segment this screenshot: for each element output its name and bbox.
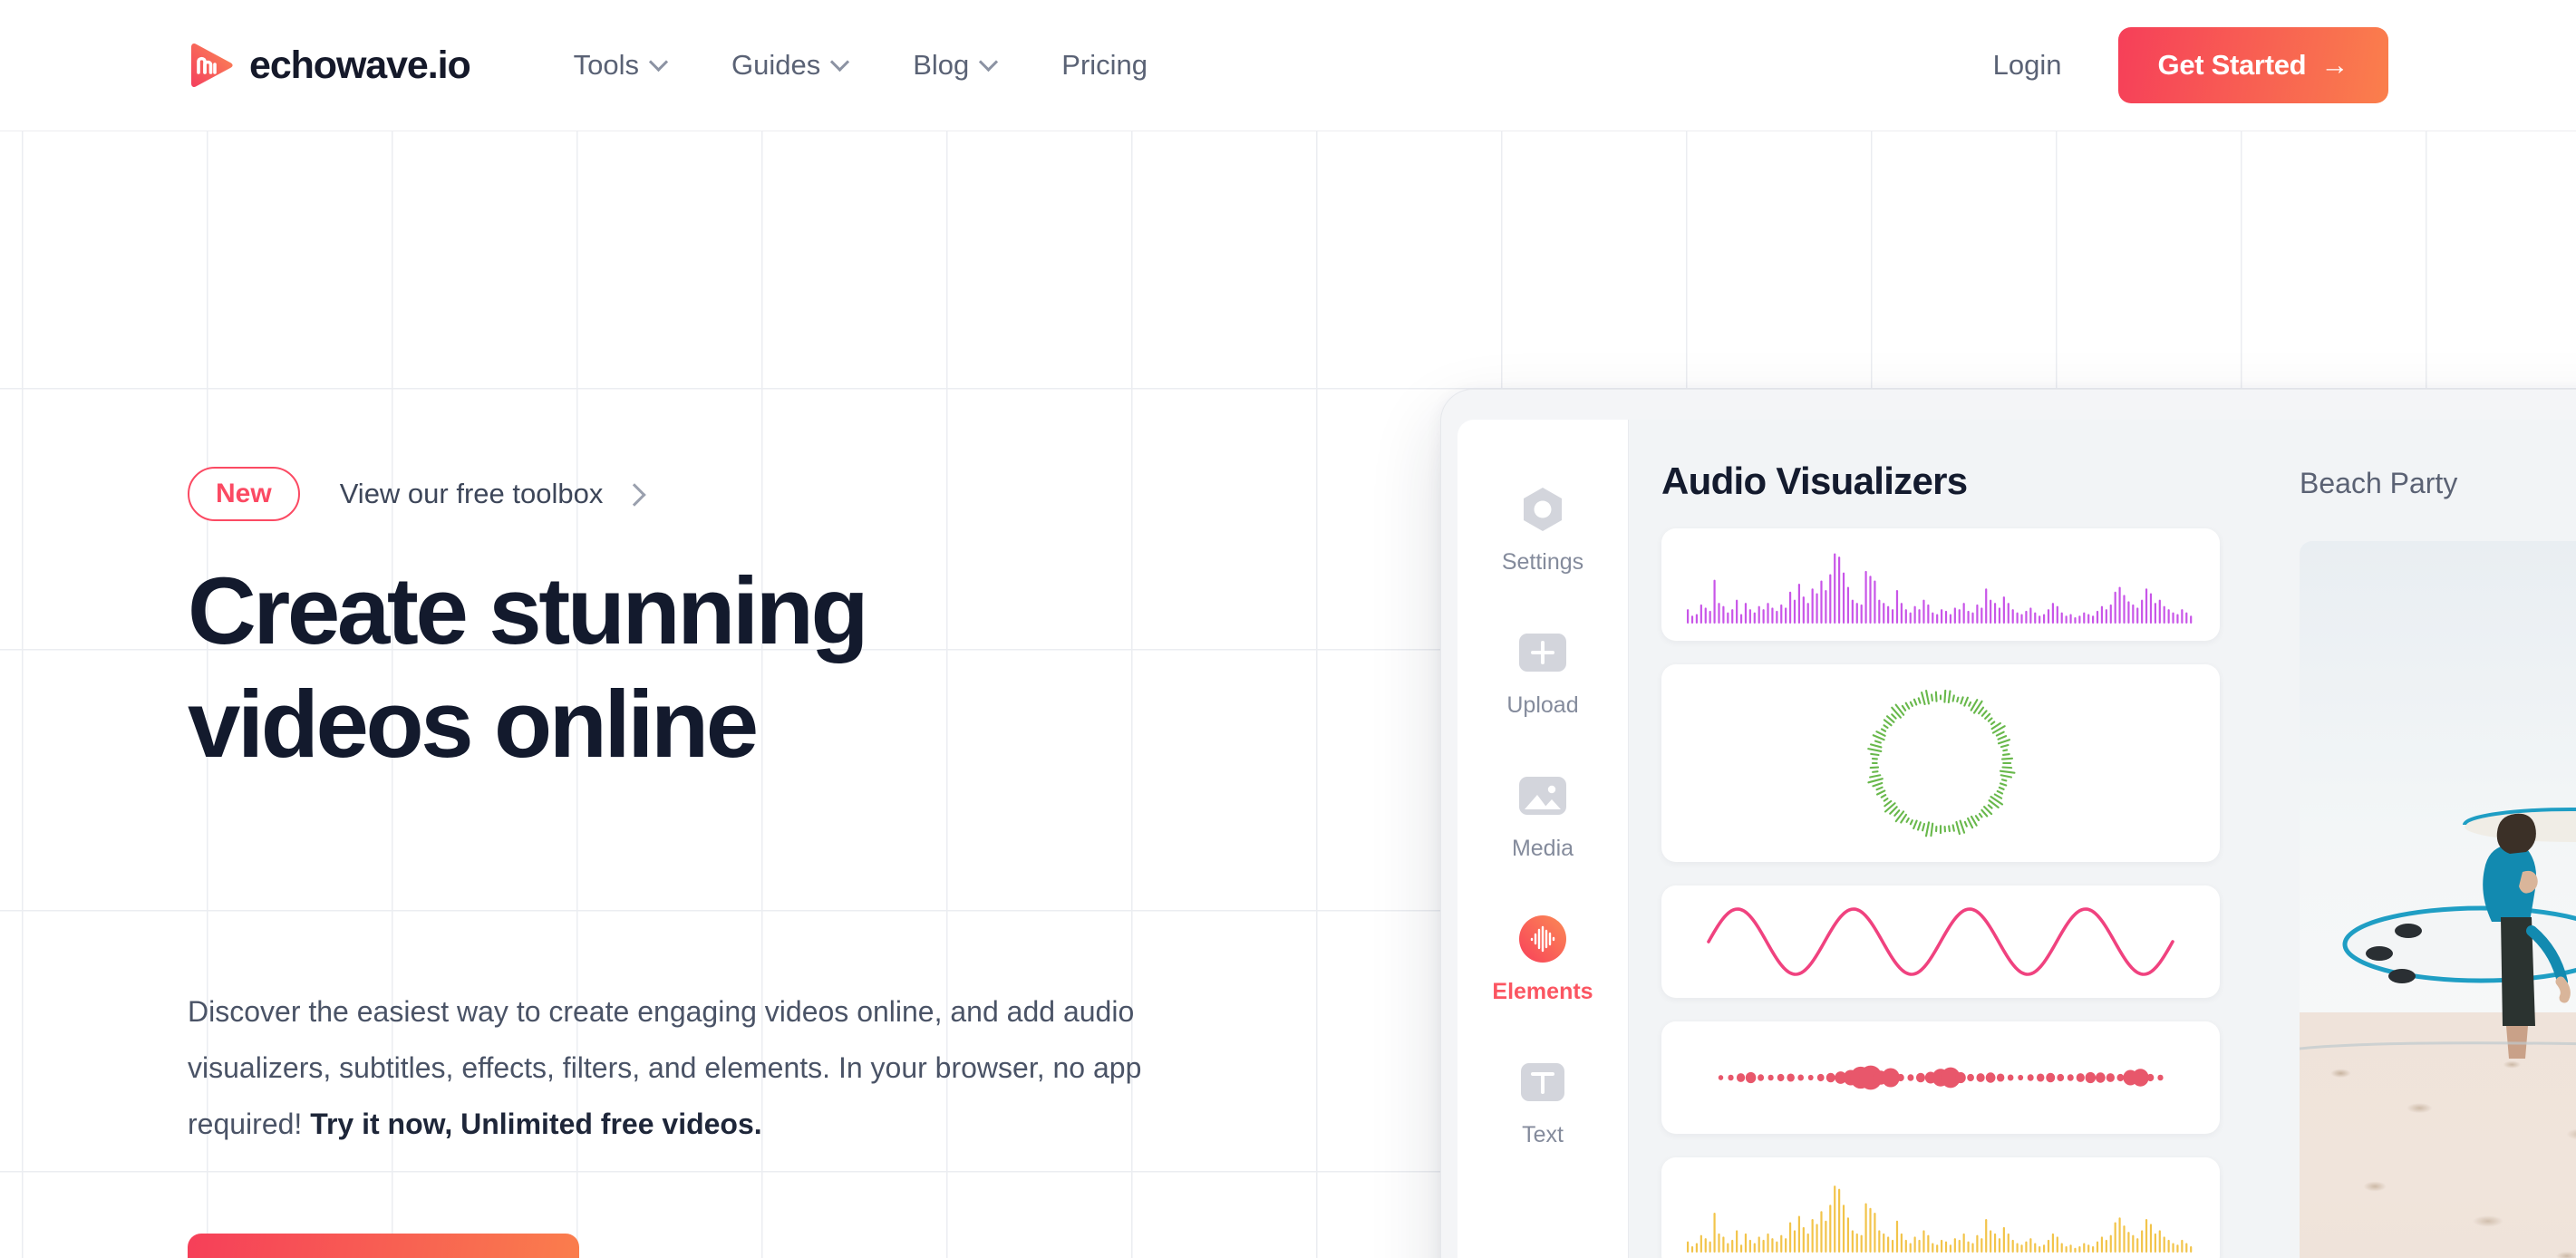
site-header: echowave.io Tools Guides Blog Pricing Lo…: [0, 0, 2576, 131]
brand-logo[interactable]: echowave.io: [188, 42, 471, 89]
get-started-button[interactable]: Get Started →: [2117, 27, 2388, 103]
main-navigation: Tools Guides Blog Pricing: [541, 49, 1180, 82]
radial-circle-green-chart: [1867, 689, 2016, 837]
nav-label: Pricing: [1061, 49, 1148, 81]
visualizer-card-spectrum-bars-gold[interactable]: [1661, 1157, 2220, 1258]
hero-paragraph-bold: Try it now, Unlimited free videos.: [310, 1108, 762, 1141]
sine-wave-pink-chart: [1707, 907, 2174, 976]
nav-label: Guides: [731, 49, 821, 81]
sidebar-label: Elements: [1492, 979, 1593, 1004]
dots-row-red-chart: [1718, 1065, 2164, 1090]
nav-label: Blog: [913, 49, 970, 81]
page-title: Create stunning videos online: [188, 558, 869, 778]
sidebar-item-settings[interactable]: Settings: [1457, 458, 1628, 601]
arrow-right-icon: →: [2320, 49, 2348, 81]
sidebar-item-elements[interactable]: Elements: [1457, 887, 1628, 1031]
chevron-down-icon: [832, 55, 847, 71]
toolbox-link-label: View our free toolbox: [339, 478, 604, 509]
get-started-label: Get Started: [2157, 49, 2307, 81]
editor-canvas: Beach Party: [2252, 420, 2576, 1258]
nav-item-blog[interactable]: Blog: [880, 49, 1029, 82]
visualizer-card-dots-row-red[interactable]: [1661, 1021, 2220, 1134]
project-title: Beach Party: [2300, 467, 2458, 499]
nav-item-tools[interactable]: Tools: [541, 49, 699, 82]
chevron-down-icon: [981, 55, 996, 71]
editor-main: Audio Visualizers Beach Party: [1628, 420, 2576, 1258]
hero-announcement: New View our free toolbox: [188, 467, 641, 521]
play-wave-logo-icon: [188, 42, 235, 89]
sidebar-label: Text: [1522, 1122, 1564, 1147]
sidebar-label: Media: [1511, 836, 1574, 861]
chevron-right-icon: [626, 487, 641, 501]
sidebar-item-text[interactable]: Text: [1457, 1031, 1628, 1174]
app-preview-mockup: Settings Upload Media Elements Text Audi…: [1440, 389, 2576, 1258]
nav-item-guides[interactable]: Guides: [699, 49, 880, 82]
surfer-figure: [2300, 808, 2576, 1059]
image-icon: [1515, 768, 1571, 824]
get-started-free-button[interactable]: Get started for free →: [188, 1234, 579, 1258]
sidebar-label: Settings: [1501, 549, 1584, 575]
surfer-on-beach-photo[interactable]: [2300, 541, 2576, 1258]
text-t-icon: [1515, 1054, 1571, 1110]
toolbox-link[interactable]: View our free toolbox: [340, 478, 642, 510]
spectrum-bars-gold-chart: [1687, 1185, 2193, 1253]
chevron-down-icon: [651, 55, 666, 71]
new-badge[interactable]: New: [188, 467, 300, 521]
sidebar-item-media[interactable]: Media: [1457, 744, 1628, 887]
login-link[interactable]: Login: [1993, 49, 2062, 82]
spectrum-bars-purple-chart: [1687, 553, 2193, 624]
hero-section: New View our free toolbox Create stunnin…: [0, 131, 2576, 1258]
nav-item-pricing[interactable]: Pricing: [1029, 49, 1180, 82]
visualizer-card-sine-wave-pink[interactable]: [1661, 885, 2220, 998]
gear-hex-icon: [1515, 481, 1571, 537]
sidebar-item-upload[interactable]: Upload: [1457, 601, 1628, 744]
editor-sidebar: Settings Upload Media Elements Text: [1457, 420, 1628, 1258]
visualizer-card-spectrum-bars-purple[interactable]: [1661, 528, 2220, 641]
brand-name: echowave.io: [249, 43, 471, 87]
waveform-icon: [1515, 911, 1571, 967]
panel-title: Audio Visualizers: [1661, 460, 1968, 502]
hero-cta-row: Get started for free → Learn more: [188, 1234, 776, 1258]
sidebar-label: Upload: [1506, 692, 1579, 718]
visualizer-card-radial-circle-green[interactable]: [1661, 664, 2220, 862]
plus-square-icon: [1515, 624, 1571, 681]
header-actions: Login Get Started →: [1993, 27, 2388, 103]
hero-paragraph: Discover the easiest way to create engag…: [188, 983, 1203, 1152]
visualizer-panel: Audio Visualizers: [1629, 420, 2252, 1258]
nav-label: Tools: [573, 49, 639, 81]
